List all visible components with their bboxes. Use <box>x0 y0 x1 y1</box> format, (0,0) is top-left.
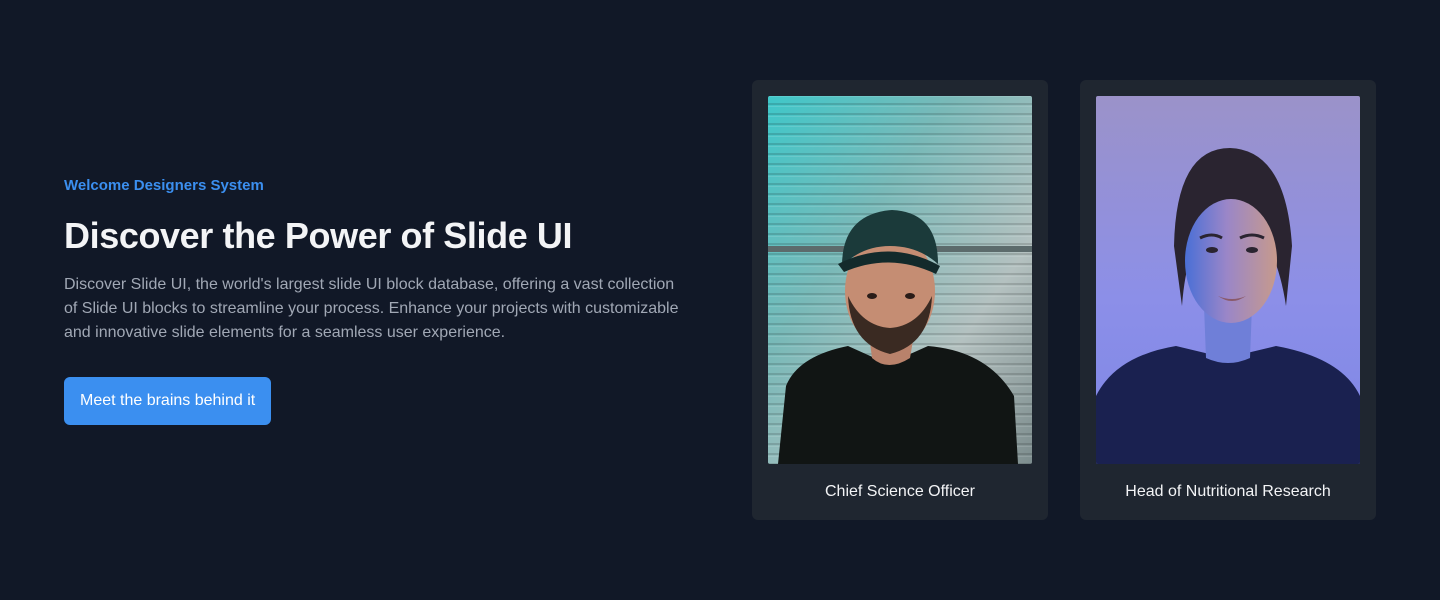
team-role: Head of Nutritional Research <box>1125 483 1331 500</box>
hero-section: Welcome Designers System Discover the Po… <box>0 0 1440 600</box>
team-photo-woman <box>1096 96 1360 464</box>
eyebrow-text: Welcome Designers System <box>64 177 264 194</box>
team-role: Chief Science Officer <box>825 483 975 500</box>
team-photo-man <box>768 96 1032 464</box>
team-card: Head of Nutritional Research <box>1080 80 1376 520</box>
hero-title: Discover the Power of Slide UI <box>64 215 573 256</box>
meet-team-button[interactable]: Meet the brains behind it <box>64 377 272 425</box>
hero-text: Welcome Designers System Discover the Po… <box>64 176 704 425</box>
team-card: Chief Science Officer <box>752 80 1048 520</box>
hero-description: Discover Slide UI, the world's largest s… <box>64 276 679 341</box>
